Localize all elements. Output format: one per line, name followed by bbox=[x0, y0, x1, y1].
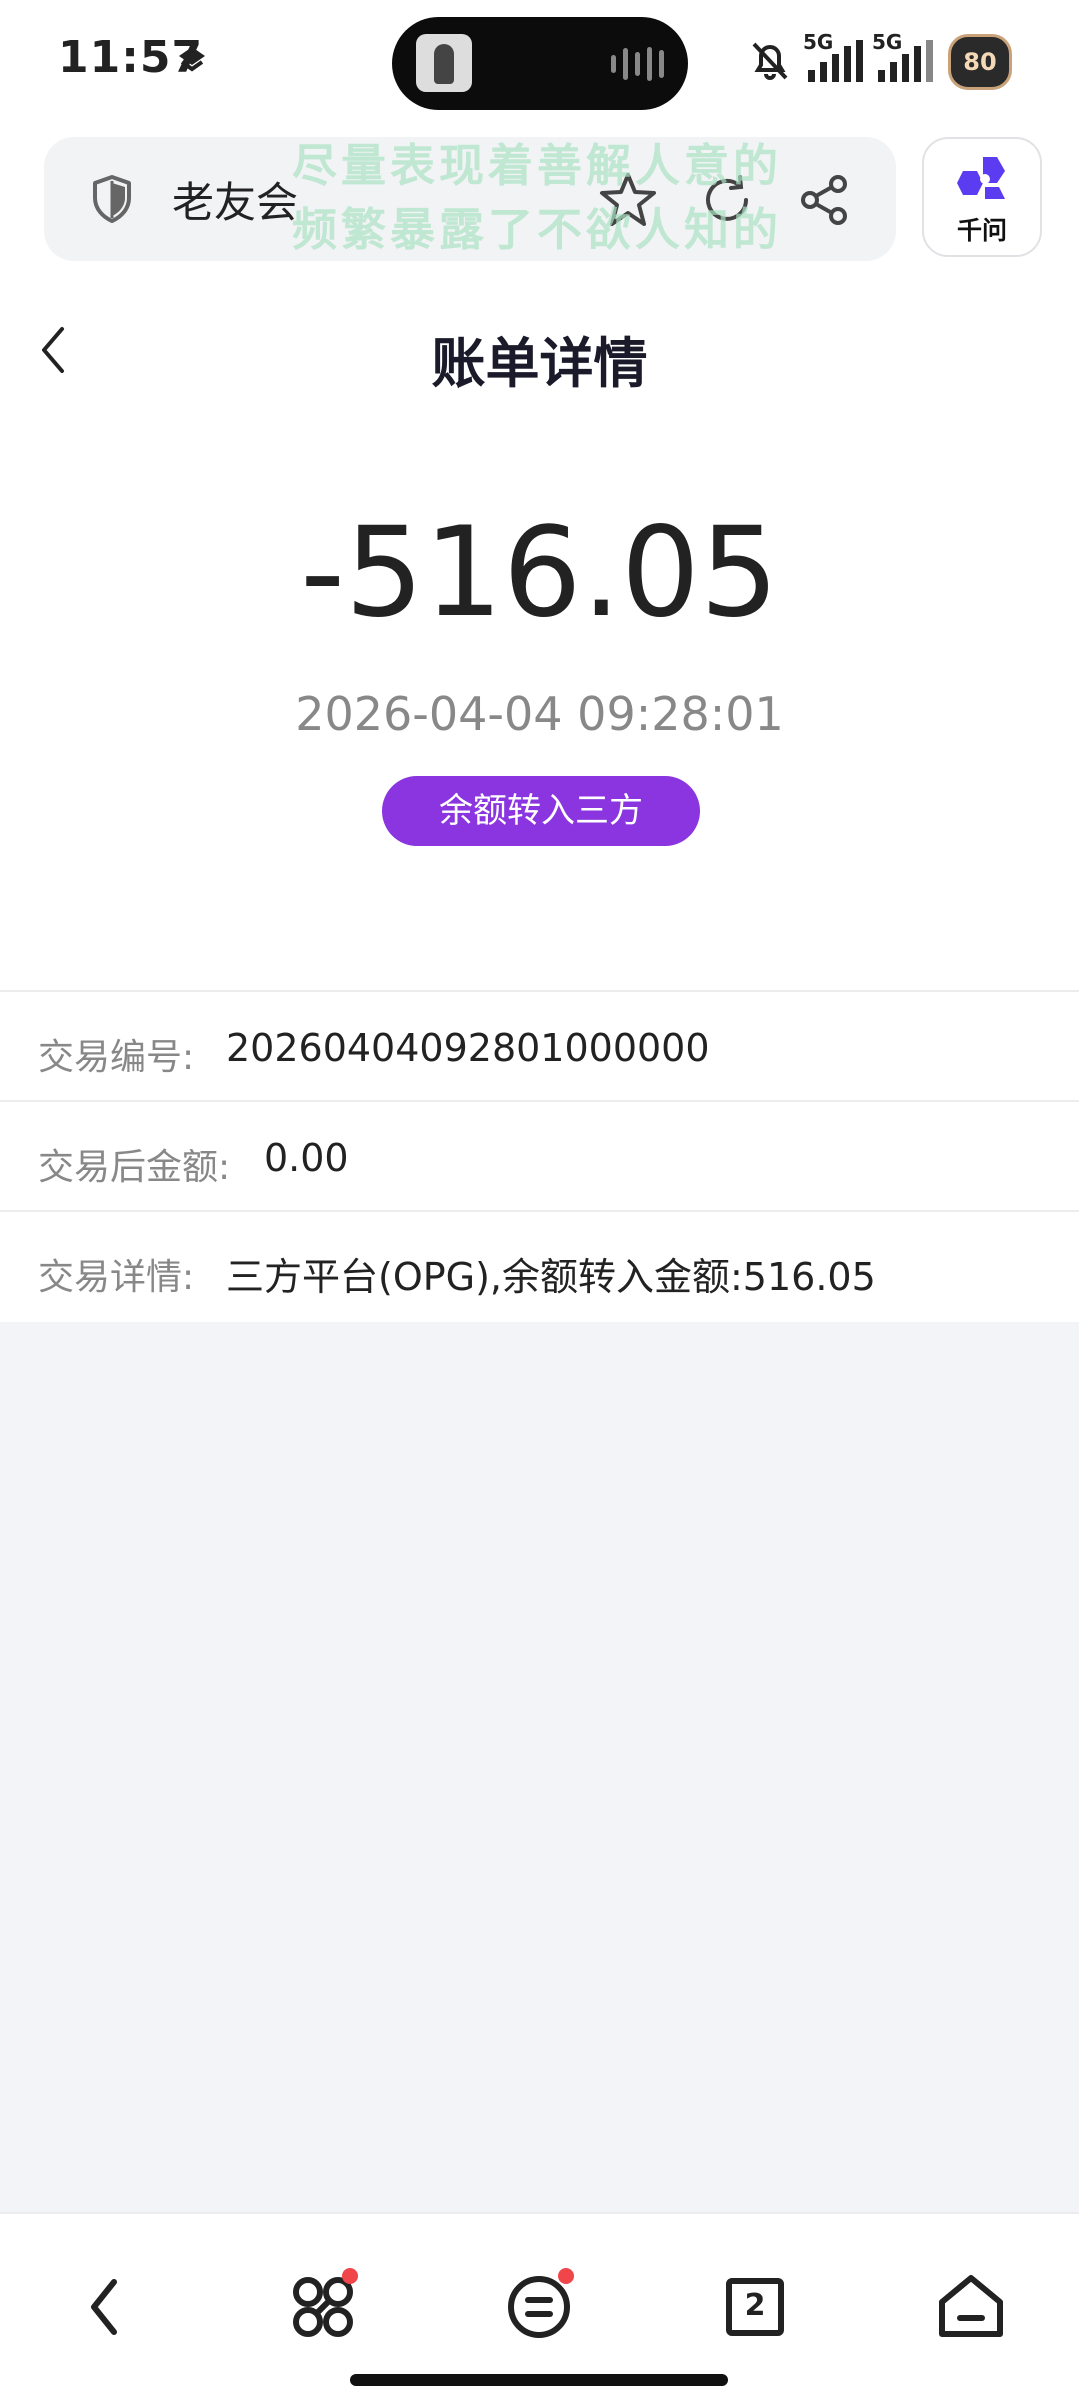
bill-detail-page: 账单详情 -516.05 2026-04-04 09:28:01 余额转入三方 … bbox=[0, 283, 1079, 1322]
apps-button[interactable] bbox=[268, 2252, 378, 2362]
detail-value: 0.00 bbox=[264, 1136, 349, 1180]
detail-row: 交易编号: 20260404092801000000 bbox=[0, 992, 1079, 1100]
home-indicator[interactable] bbox=[350, 2374, 728, 2386]
detail-label: 交易编号: bbox=[38, 1037, 195, 1078]
transaction-type-badge: 余额转入三方 bbox=[382, 776, 700, 846]
menu-icon bbox=[508, 2276, 570, 2338]
home-icon[interactable] bbox=[916, 2252, 1026, 2362]
ai-assistant-label: 千问 bbox=[956, 216, 1007, 245]
tab-count: 2 bbox=[744, 2288, 766, 2323]
detail-label: 交易后金额: bbox=[38, 1147, 231, 1188]
mute-bell-icon bbox=[752, 42, 788, 80]
notification-dot bbox=[558, 2268, 574, 2284]
layers-icon bbox=[179, 47, 205, 72]
back-icon[interactable] bbox=[52, 2252, 162, 2362]
detail-row: 交易详情: 三方平台(OPG),余额转入金额:516.05 bbox=[0, 1212, 1079, 1320]
overlay-caption: 尽量表现着善解人意的 bbox=[292, 139, 783, 192]
tabs-button[interactable]: 2 bbox=[700, 2252, 810, 2362]
menu-button[interactable] bbox=[484, 2252, 594, 2362]
page-title: 账单详情 bbox=[431, 332, 648, 395]
apps-icon bbox=[293, 2277, 353, 2337]
notification-dot bbox=[342, 2268, 358, 2284]
signal-icon bbox=[808, 40, 863, 82]
detail-value: 三方平台(OPG),余额转入金额:516.05 bbox=[226, 1255, 876, 1299]
share-icon[interactable] bbox=[798, 173, 852, 227]
shield-icon bbox=[93, 175, 131, 223]
transaction-datetime: 2026-04-04 09:28:01 bbox=[295, 687, 784, 741]
detail-label: 交易详情: bbox=[38, 1257, 195, 1298]
transaction-amount: -516.05 bbox=[300, 501, 779, 645]
signal-icon bbox=[878, 40, 933, 82]
ai-assistant-button[interactable]: 千问 bbox=[922, 137, 1042, 257]
audio-wave-icon bbox=[611, 47, 664, 81]
detail-value: 20260404092801000000 bbox=[226, 1026, 710, 1070]
browser-bottom-nav: 2 bbox=[0, 2212, 1079, 2402]
battery-icon: 80 bbox=[948, 34, 1012, 90]
ai-assistant-icon bbox=[957, 157, 1005, 199]
browser-address-bar: 老友会 尽量表现着善解人意的 频繁暴露了不欲人知的 千问 bbox=[0, 125, 1079, 285]
media-thumbnail bbox=[416, 34, 472, 92]
overlay-caption: 频繁暴露了不欲人知的 bbox=[292, 203, 783, 256]
dynamic-island[interactable] bbox=[392, 17, 688, 110]
detail-row: 交易后金额: 0.00 bbox=[0, 1102, 1079, 1210]
battery-level: 80 bbox=[963, 48, 997, 76]
site-title: 老友会 bbox=[172, 178, 299, 227]
status-bar: 11:57 5G 5G 80 bbox=[0, 0, 1079, 125]
